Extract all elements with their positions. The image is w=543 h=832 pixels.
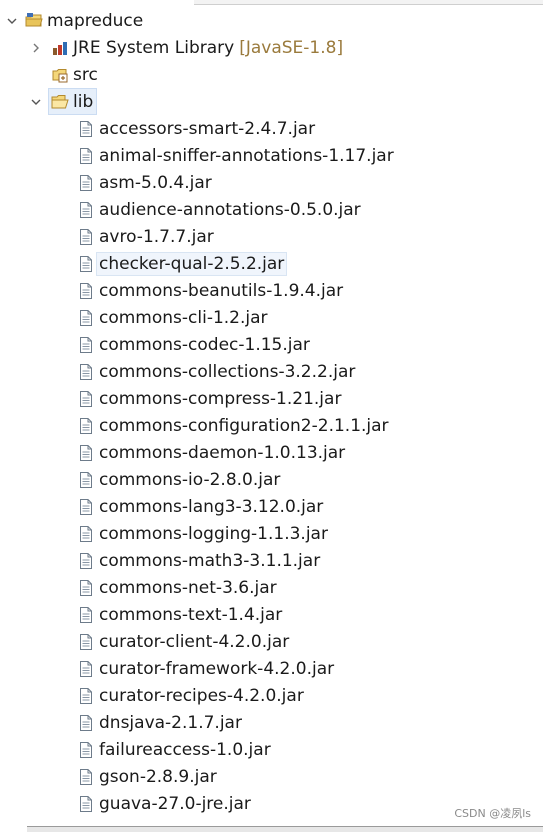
jar-file-icon: [77, 498, 95, 516]
jre-library-label: JRE System Library: [73, 37, 235, 58]
jar-file-label: accessors-smart-2.4.7.jar: [99, 118, 316, 139]
jar-file-icon: [77, 687, 95, 705]
open-folder-icon: [51, 93, 69, 111]
horizontal-scrollbar[interactable]: [27, 826, 543, 832]
lib-selection: lib: [48, 88, 98, 115]
jar-file-icon: [77, 633, 95, 651]
tree-item-jar[interactable]: commons-configuration2-2.1.1.jar: [77, 412, 389, 439]
chevron-right-icon[interactable]: [28, 34, 44, 61]
jar-file-icon: [77, 363, 95, 381]
jar-file-icon: [77, 147, 95, 165]
jar-file-label: commons-text-1.4.jar: [99, 604, 283, 625]
jar-file-icon: [77, 714, 95, 732]
jar-file-label: gson-2.8.9.jar: [99, 766, 217, 787]
tree-item-jar[interactable]: animal-sniffer-annotations-1.17.jar: [77, 142, 394, 169]
jar-file-icon: [77, 120, 95, 138]
jar-file-label: curator-framework-4.2.0.jar: [99, 658, 335, 679]
tree-item-jar[interactable]: commons-io-2.8.0.jar: [77, 466, 280, 493]
jar-file-icon: [77, 309, 95, 327]
tree-item-jar[interactable]: commons-codec-1.15.jar: [77, 331, 310, 358]
source-folder-icon: [51, 66, 69, 84]
library-icon: [51, 39, 69, 57]
jar-file-icon: [77, 390, 95, 408]
jar-file-label: avro-1.7.7.jar: [99, 226, 214, 247]
jar-file-label: commons-math3-3.1.1.jar: [99, 550, 321, 571]
lib-label: lib: [73, 91, 94, 112]
jar-file-label: dnsjava-2.1.7.jar: [99, 712, 242, 733]
java-project-icon: [25, 12, 43, 30]
jar-file-label: commons-logging-1.1.3.jar: [99, 523, 328, 544]
jar-file-icon: [77, 444, 95, 462]
jar-file-label: commons-cli-1.2.jar: [99, 307, 268, 328]
jar-file-icon: [77, 660, 95, 678]
src-label: src: [73, 64, 98, 85]
tree-item-jar[interactable]: commons-daemon-1.0.13.jar: [77, 439, 345, 466]
tree-item-jar[interactable]: asm-5.0.4.jar: [77, 169, 212, 196]
tree-item-jar[interactable]: curator-framework-4.2.0.jar: [77, 655, 334, 682]
jar-file-icon: [77, 741, 95, 759]
tree-item-jar[interactable]: commons-lang3-3.12.0.jar: [77, 493, 323, 520]
tree-item-jar[interactable]: commons-cli-1.2.jar: [77, 304, 268, 331]
jar-file-icon: [77, 336, 95, 354]
tree-item-jar[interactable]: commons-collections-3.2.2.jar: [77, 358, 355, 385]
jre-version-decoration: [JavaSE-1.8]: [239, 37, 344, 58]
tree-item-jar[interactable]: guava-27.0-jre.jar: [77, 790, 251, 817]
jar-file-icon: [77, 795, 95, 813]
tree-item-jar[interactable]: commons-compress-1.21.jar: [77, 385, 341, 412]
jar-file-icon: [77, 552, 95, 570]
tree-item-jar[interactable]: commons-logging-1.1.3.jar: [77, 520, 328, 547]
jar-file-label: guava-27.0-jre.jar: [99, 793, 251, 814]
project-name: mapreduce: [47, 10, 144, 31]
jar-file-label: curator-recipes-4.2.0.jar: [99, 685, 304, 706]
jar-file-label: commons-beanutils-1.9.4.jar: [99, 280, 344, 301]
jar-file-label: commons-collections-3.2.2.jar: [99, 361, 356, 382]
jar-file-icon: [77, 417, 95, 435]
tree-item-jar[interactable]: checker-qual-2.5.2.jar: [77, 250, 288, 277]
tree-item-jar[interactable]: commons-beanutils-1.9.4.jar: [77, 277, 343, 304]
tree-item-jar[interactable]: commons-math3-3.1.1.jar: [77, 547, 320, 574]
jar-file-icon: [77, 174, 95, 192]
jar-file-icon: [77, 768, 95, 786]
tree-item-jar[interactable]: avro-1.7.7.jar: [77, 223, 214, 250]
tree-item-jar[interactable]: accessors-smart-2.4.7.jar: [77, 115, 315, 142]
tree-item-jar[interactable]: curator-client-4.2.0.jar: [77, 628, 289, 655]
watermark: CSDN @凌夙ls: [454, 807, 531, 820]
jar-file-label: commons-io-2.8.0.jar: [99, 469, 281, 490]
tree-item-jar[interactable]: curator-recipes-4.2.0.jar: [77, 682, 304, 709]
jar-file-label: curator-client-4.2.0.jar: [99, 631, 290, 652]
jar-file-label: failureaccess-1.0.jar: [99, 739, 271, 760]
jar-file-label: audience-annotations-0.5.0.jar: [99, 199, 361, 220]
jar-file-icon: [77, 201, 95, 219]
jar-file-icon: [77, 579, 95, 597]
jar-file-icon: [77, 525, 95, 543]
chevron-down-icon[interactable]: [4, 7, 20, 34]
tree-item-jar[interactable]: dnsjava-2.1.7.jar: [77, 709, 242, 736]
jar-file-icon: [77, 228, 95, 246]
window-top-edge: [194, 0, 543, 5]
jar-file-label: commons-compress-1.21.jar: [99, 388, 342, 409]
jar-file-icon: [77, 282, 95, 300]
chevron-down-icon[interactable]: [28, 88, 44, 115]
jar-file-label: commons-daemon-1.0.13.jar: [99, 442, 346, 463]
tree-item-jar[interactable]: gson-2.8.9.jar: [77, 763, 217, 790]
jar-file-label: checker-qual-2.5.2.jar: [96, 251, 288, 276]
jar-file-label: animal-sniffer-annotations-1.17.jar: [99, 145, 394, 166]
tree-item-jar[interactable]: commons-net-3.6.jar: [77, 574, 277, 601]
jar-file-label: commons-lang3-3.12.0.jar: [99, 496, 324, 517]
tree-item-jar[interactable]: audience-annotations-0.5.0.jar: [77, 196, 361, 223]
jar-file-label: commons-codec-1.15.jar: [99, 334, 310, 355]
jar-file-icon: [77, 471, 95, 489]
jar-file-icon: [77, 606, 95, 624]
jar-file-label: commons-net-3.6.jar: [99, 577, 277, 598]
tree-item-jar[interactable]: failureaccess-1.0.jar: [77, 736, 271, 763]
jar-file-label: asm-5.0.4.jar: [99, 172, 212, 193]
jar-file-label: commons-configuration2-2.1.1.jar: [99, 415, 389, 436]
jar-file-icon: [77, 255, 95, 273]
tree-item-jar[interactable]: commons-text-1.4.jar: [77, 601, 282, 628]
